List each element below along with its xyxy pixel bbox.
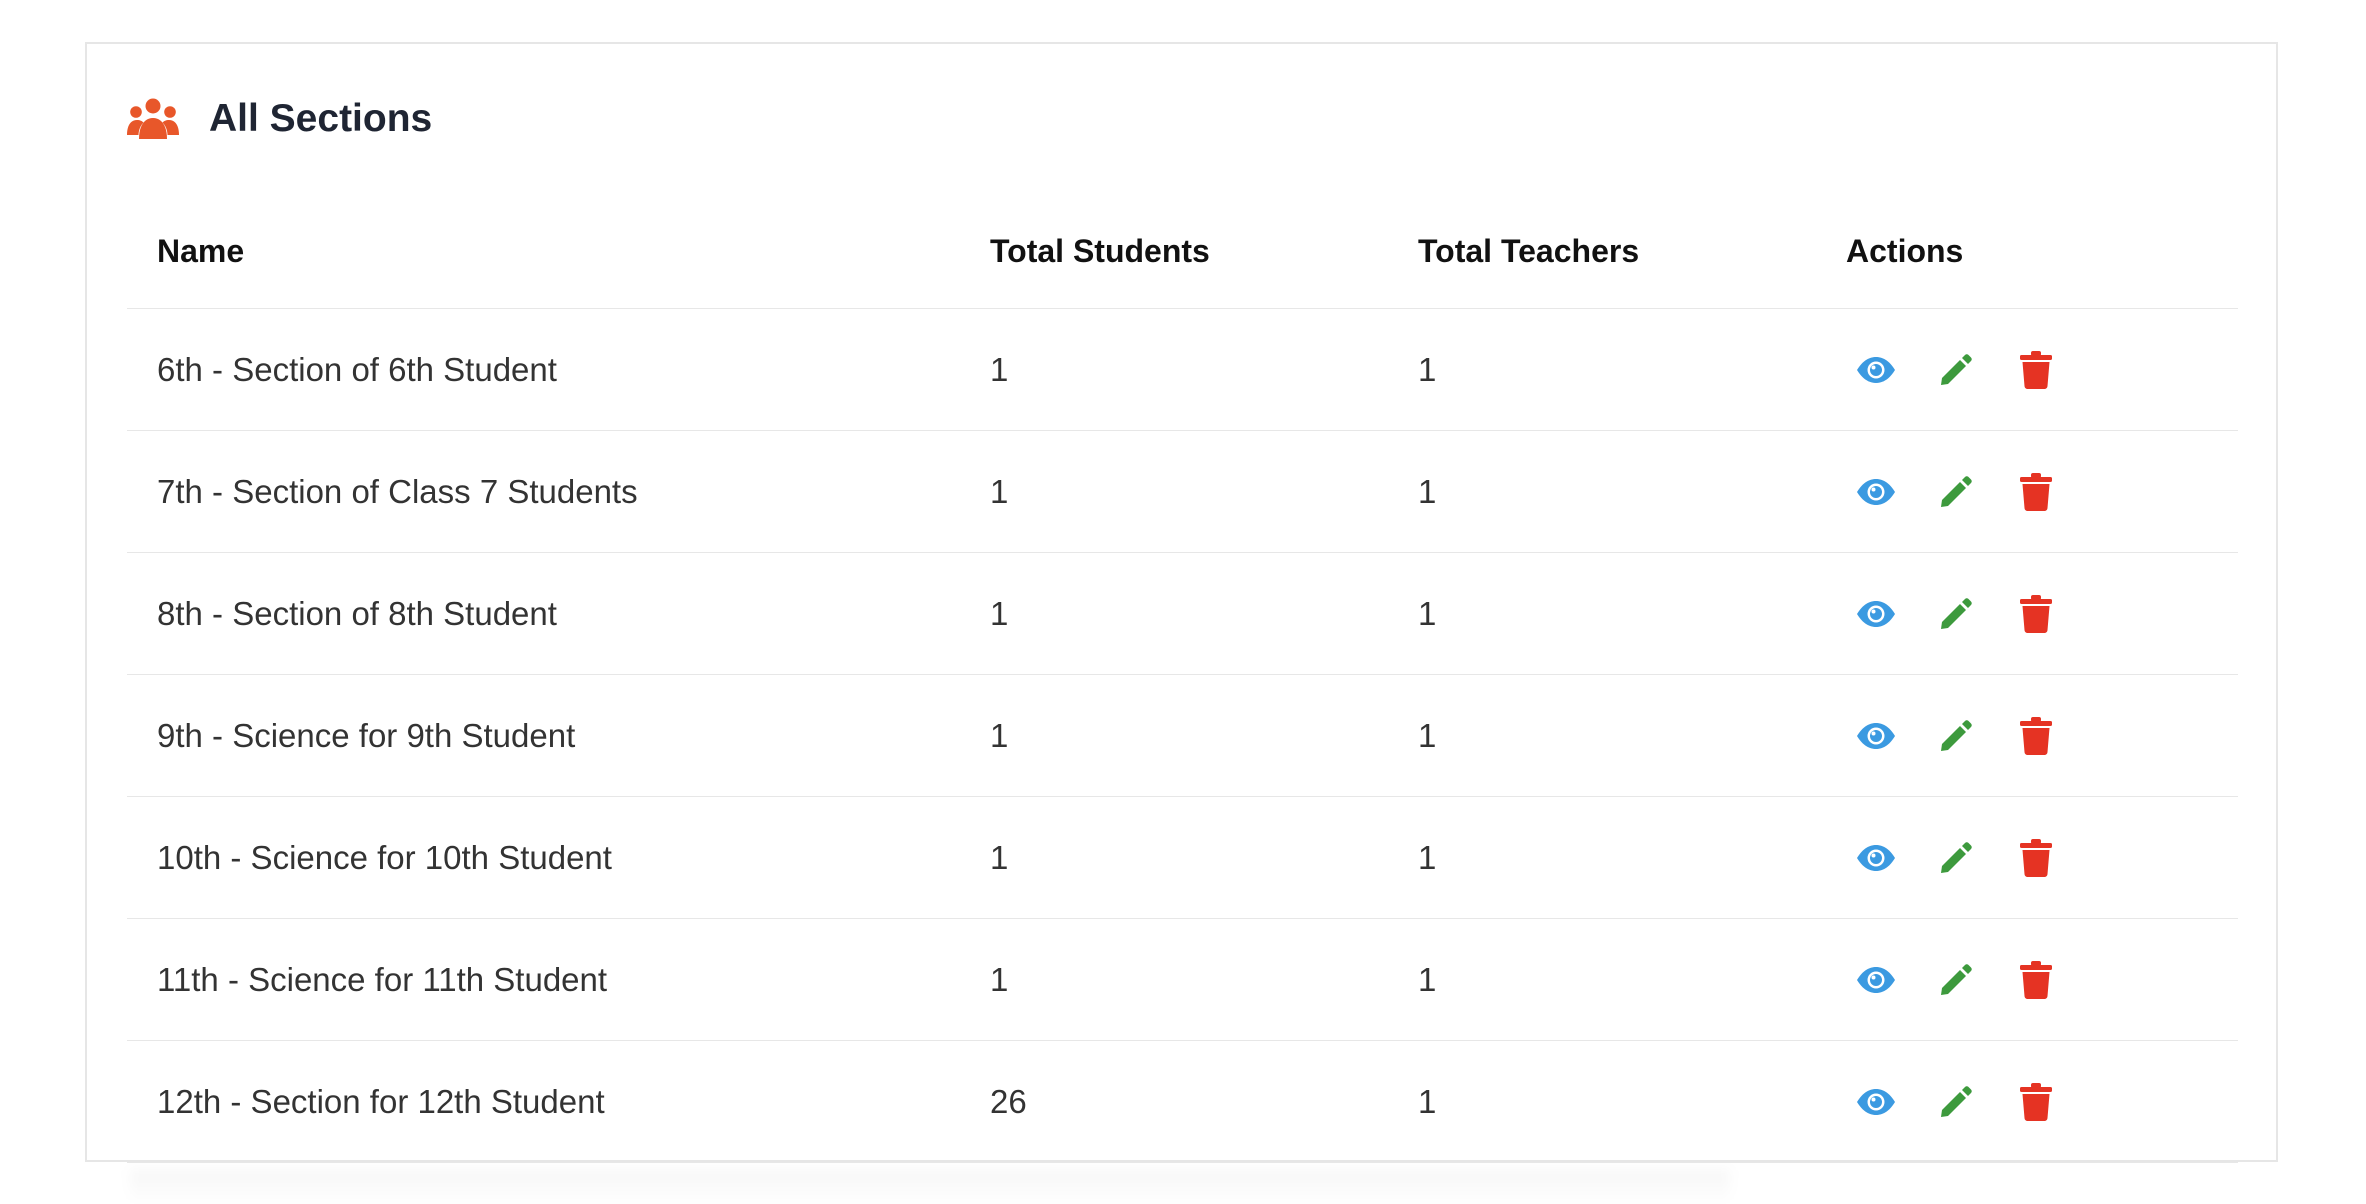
table-row: 11th - Science for 11th Student 1 1 bbox=[127, 918, 2238, 1041]
delete-button[interactable] bbox=[2016, 594, 2056, 634]
column-header-actions: Actions bbox=[1816, 194, 2238, 309]
edit-button[interactable] bbox=[1936, 1082, 1976, 1122]
column-header-name: Name bbox=[127, 194, 960, 309]
row-actions bbox=[1846, 838, 2238, 878]
actions-cell bbox=[1816, 918, 2238, 1041]
pencil-icon bbox=[1939, 719, 1973, 753]
edit-button[interactable] bbox=[1936, 716, 1976, 756]
table-row: 6th - Section of 6th Student 1 1 bbox=[127, 308, 2238, 431]
view-button[interactable] bbox=[1856, 1082, 1896, 1122]
trash-icon bbox=[2020, 472, 2052, 511]
total-teachers-cell: 1 bbox=[1388, 796, 1816, 919]
trash-icon bbox=[2020, 716, 2052, 755]
section-name-cell: 12th - Section for 12th Student bbox=[127, 1040, 960, 1163]
section-name-cell: 11th - Science for 11th Student bbox=[127, 918, 960, 1041]
edit-button[interactable] bbox=[1936, 594, 1976, 634]
actions-cell bbox=[1816, 1040, 2238, 1163]
total-students-cell: 26 bbox=[960, 1040, 1388, 1163]
eye-icon bbox=[1856, 600, 1896, 628]
row-actions bbox=[1846, 716, 2238, 756]
trash-icon bbox=[2020, 594, 2052, 633]
eye-icon bbox=[1856, 478, 1896, 506]
row-actions bbox=[1846, 350, 2238, 390]
delete-button[interactable] bbox=[2016, 472, 2056, 512]
total-teachers-cell: 1 bbox=[1388, 552, 1816, 675]
trash-icon bbox=[2020, 960, 2052, 999]
total-students-cell: 1 bbox=[960, 552, 1388, 675]
actions-cell bbox=[1816, 552, 2238, 675]
card-header: All Sections bbox=[127, 84, 432, 154]
pencil-icon bbox=[1939, 963, 1973, 997]
delete-button[interactable] bbox=[2016, 1082, 2056, 1122]
trash-icon bbox=[2020, 350, 2052, 389]
section-name-cell: 6th - Section of 6th Student bbox=[127, 308, 960, 431]
pencil-icon bbox=[1939, 353, 1973, 387]
total-students-cell: 1 bbox=[960, 430, 1388, 553]
trash-icon bbox=[2020, 838, 2052, 877]
table-row: 7th - Section of Class 7 Students 1 1 bbox=[127, 430, 2238, 553]
total-teachers-cell: 1 bbox=[1388, 1040, 1816, 1163]
table-row: 8th - Section of 8th Student 1 1 bbox=[127, 552, 2238, 675]
section-name-cell: 10th - Science for 10th Student bbox=[127, 796, 960, 919]
eye-icon bbox=[1856, 356, 1896, 384]
edit-button[interactable] bbox=[1936, 350, 1976, 390]
edit-button[interactable] bbox=[1936, 838, 1976, 878]
row-actions bbox=[1846, 472, 2238, 512]
trash-icon bbox=[2020, 1082, 2052, 1121]
total-students-cell: 1 bbox=[960, 674, 1388, 797]
pencil-icon bbox=[1939, 475, 1973, 509]
view-button[interactable] bbox=[1856, 838, 1896, 878]
view-button[interactable] bbox=[1856, 960, 1896, 1000]
table-row: 10th - Science for 10th Student 1 1 bbox=[127, 796, 2238, 919]
edit-button[interactable] bbox=[1936, 960, 1976, 1000]
sections-card: All Sections Name Total Students Total T… bbox=[85, 42, 2278, 1163]
actions-cell bbox=[1816, 430, 2238, 553]
view-button[interactable] bbox=[1856, 350, 1896, 390]
users-group-icon bbox=[127, 97, 179, 141]
delete-button[interactable] bbox=[2016, 960, 2056, 1000]
section-name-cell: 7th - Section of Class 7 Students bbox=[127, 430, 960, 553]
total-teachers-cell: 1 bbox=[1388, 430, 1816, 553]
table-body: 6th - Section of 6th Student 1 1 7th - Sect… bbox=[127, 308, 2238, 1163]
sections-table: Name Total Students Total Teachers Actio… bbox=[127, 194, 2238, 1163]
pencil-icon bbox=[1939, 841, 1973, 875]
column-header-total-teachers: Total Teachers bbox=[1388, 194, 1816, 309]
column-header-total-students: Total Students bbox=[960, 194, 1388, 309]
actions-cell bbox=[1816, 796, 2238, 919]
view-button[interactable] bbox=[1856, 472, 1896, 512]
card-shadow bbox=[130, 1170, 1730, 1204]
view-button[interactable] bbox=[1856, 594, 1896, 634]
total-students-cell: 1 bbox=[960, 308, 1388, 431]
row-actions bbox=[1846, 594, 2238, 634]
pencil-icon bbox=[1939, 597, 1973, 631]
table-row: 12th - Section for 12th Student 26 1 bbox=[127, 1040, 2238, 1163]
eye-icon bbox=[1856, 966, 1896, 994]
actions-cell bbox=[1816, 308, 2238, 431]
total-students-cell: 1 bbox=[960, 796, 1388, 919]
total-teachers-cell: 1 bbox=[1388, 918, 1816, 1041]
view-button[interactable] bbox=[1856, 716, 1896, 756]
table-row: 9th - Science for 9th Student 1 1 bbox=[127, 674, 2238, 797]
section-name-cell: 8th - Section of 8th Student bbox=[127, 552, 960, 675]
eye-icon bbox=[1856, 1088, 1896, 1116]
delete-button[interactable] bbox=[2016, 838, 2056, 878]
edit-button[interactable] bbox=[1936, 472, 1976, 512]
row-actions bbox=[1846, 960, 2238, 1000]
section-name-cell: 9th - Science for 9th Student bbox=[127, 674, 960, 797]
total-students-cell: 1 bbox=[960, 918, 1388, 1041]
eye-icon bbox=[1856, 722, 1896, 750]
row-actions bbox=[1846, 1082, 2238, 1122]
table-header-row: Name Total Students Total Teachers Actio… bbox=[127, 194, 2238, 309]
pencil-icon bbox=[1939, 1085, 1973, 1119]
eye-icon bbox=[1856, 844, 1896, 872]
delete-button[interactable] bbox=[2016, 350, 2056, 390]
page-title: All Sections bbox=[209, 97, 433, 140]
delete-button[interactable] bbox=[2016, 716, 2056, 756]
total-teachers-cell: 1 bbox=[1388, 674, 1816, 797]
actions-cell bbox=[1816, 674, 2238, 797]
total-teachers-cell: 1 bbox=[1388, 308, 1816, 431]
